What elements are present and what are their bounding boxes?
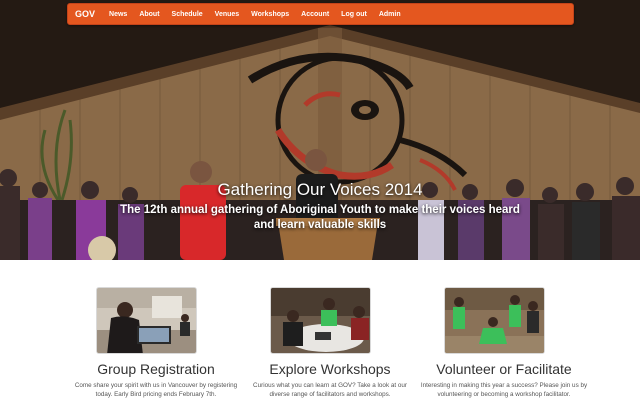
nav-item-schedule[interactable]: Schedule: [166, 11, 209, 18]
volunteer-facilitate-heading: Volunteer or Facilitate: [436, 361, 572, 377]
features-section: Group Registration Come share your spiri…: [0, 260, 640, 400]
top-navbar: GOV News About Schedule Venues Workshops…: [67, 3, 574, 25]
nav-brand-link[interactable]: GOV: [68, 9, 103, 19]
hero-subtitle: The 12th annual gathering of Aboriginal …: [120, 204, 520, 231]
group-registration-image[interactable]: [96, 287, 197, 354]
nav-item-admin[interactable]: Admin: [373, 11, 407, 18]
hero-title: Gathering Our Voices 2014: [217, 180, 423, 199]
nav-item-account[interactable]: Account: [295, 11, 335, 18]
explore-workshops-heading: Explore Workshops: [269, 361, 391, 377]
explore-workshops-text: Curious what you can learn at GOV? Take …: [253, 382, 407, 398]
nav-item-logout[interactable]: Log out: [335, 11, 373, 18]
volunteer-facilitate-image[interactable]: [444, 287, 545, 354]
group-registration-text: Come share your spirit with us in Vancou…: [74, 382, 238, 398]
group-registration-heading: Group Registration: [97, 361, 215, 377]
nav-item-venues[interactable]: Venues: [209, 11, 246, 18]
nav-item-workshops[interactable]: Workshops: [245, 11, 295, 18]
explore-workshops-image[interactable]: [270, 287, 371, 354]
nav-item-about[interactable]: About: [133, 11, 165, 18]
hero-banner: Gathering Our Voices 2014 The 12th annua…: [0, 0, 640, 260]
volunteer-facilitate-text: Interesting in making this year a succes…: [420, 382, 588, 398]
nav-item-news[interactable]: News: [103, 11, 133, 18]
